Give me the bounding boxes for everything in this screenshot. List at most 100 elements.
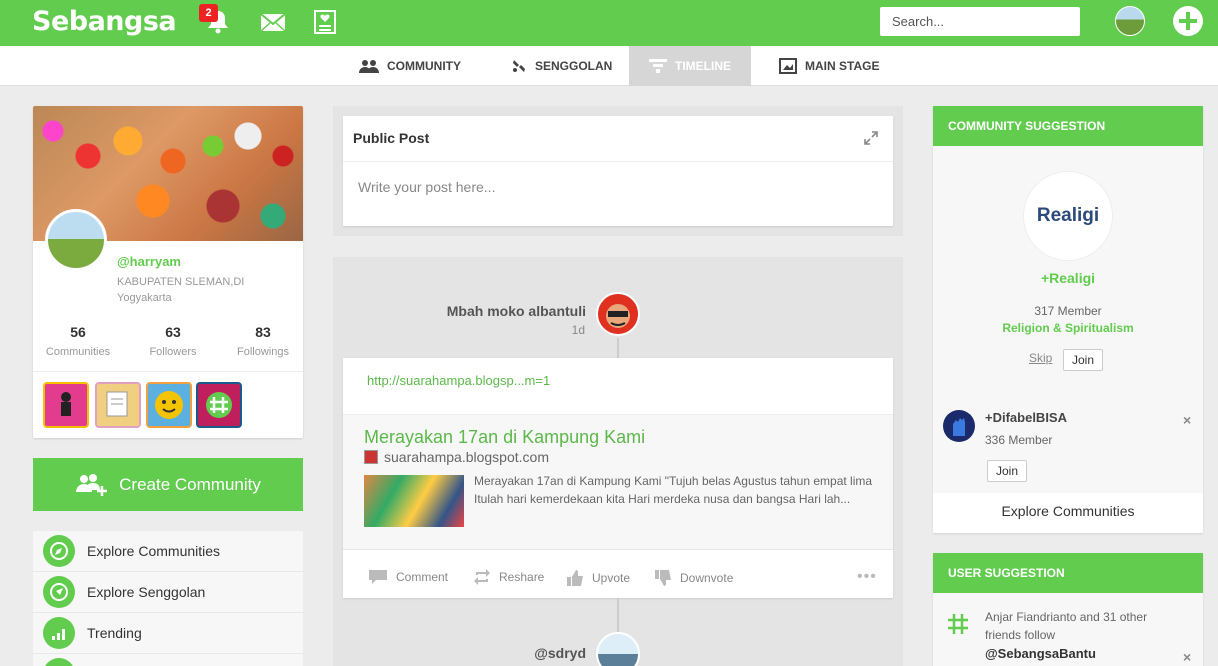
community-logo[interactable]: Realigi [1024,172,1112,260]
suggestion-reason: Anjar Fiandrianto and 31 other friends f… [985,610,1148,642]
community-members: 317 Member [1034,304,1102,318]
profile-avatar[interactable] [45,209,107,271]
menu-trending[interactable]: Trending [33,613,303,654]
feed-author-name[interactable]: Mbah moko albantuli [380,303,586,319]
stat-number: 63 [165,324,181,340]
tab-main-stage[interactable]: MAIN STAGE [779,46,879,86]
comment-button[interactable]: Comment [368,569,448,585]
create-community-label: Create Community [119,474,261,494]
stat-followings[interactable]: 83 Followings [218,324,303,358]
stat-label: Followings [237,346,289,358]
thumbs-down-icon [655,570,671,586]
bookmark-heart-icon[interactable] [313,8,343,36]
community-members: 336 Member [985,433,1053,447]
stat-number: 56 [70,324,86,340]
profile-username[interactable]: @harryam [117,254,181,269]
preview-site-label: suarahampa.blogspot.com [384,449,549,465]
tab-community[interactable]: COMMUNITY [359,46,461,86]
feed-author-name[interactable]: @sdryd [480,645,586,661]
reshare-label: Reshare [499,570,545,584]
post-input[interactable] [344,166,874,208]
skip-link[interactable]: Skip [1029,351,1052,365]
timeline-icon [649,59,667,73]
preview-site: suarahampa.blogspot.com [364,449,549,465]
upvote-button[interactable]: Upvote [566,569,630,587]
preview-thumbnail[interactable] [364,475,464,527]
link-preview[interactable]: Merayakan 17an di Kampung Kami suarahamp… [343,415,893,549]
community-suggestion-card: COMMUNITY SUGGESTION Realigi +Realigi 31… [933,106,1203,533]
search-input[interactable] [880,7,1080,36]
close-icon[interactable]: × [1183,649,1191,665]
side-menu: Explore Communities Explore Senggolan Tr… [33,531,303,666]
app-logo[interactable]: Sebangsa [32,6,177,37]
suggested-user-name[interactable]: @SebangsaBantu [985,646,1096,661]
timeline-connector [617,338,619,358]
bump-icon [513,60,525,72]
users-icon [359,60,379,73]
tab-senggolan[interactable]: SENGGOLAN [511,46,612,86]
community-badge-icon[interactable] [196,382,242,428]
divider [33,371,303,372]
downvote-label: Downvote [680,571,734,585]
community-badge-icon[interactable] [43,382,89,428]
create-community-button[interactable]: Create Community [33,458,303,511]
explore-communities-link[interactable]: Explore Communities [933,503,1203,519]
tab-timeline[interactable]: TIMELINE [629,46,751,86]
community-name[interactable]: +Realigi [933,270,1203,286]
divider [343,549,893,550]
site-favicon-icon [364,450,378,464]
more-options-icon[interactable]: ••• [857,568,877,586]
community-category[interactable]: Religion & Spiritualism [933,321,1203,335]
community-name[interactable]: +DifabelBISA [985,410,1067,425]
feed-author-avatar[interactable] [596,292,640,336]
stat-label: Communities [45,346,111,358]
join-button[interactable]: Join [987,460,1028,482]
tab-label: COMMUNITY [387,59,461,73]
add-group-icon [76,473,108,496]
downvote-button[interactable]: Downvote [654,569,733,587]
feed-timestamp: 1d [571,323,585,337]
community-badge-icon[interactable] [146,382,192,428]
profile-card: @harryam KABUPATEN SLEMAN,DI Yogyakarta … [33,106,303,438]
reshare-icon [474,569,490,585]
compass-icon [43,535,75,567]
stat-label: Followers [149,346,197,358]
menu-label: Explore Senggolan [87,584,206,600]
community-suggestion-header: COMMUNITY SUGGESTION [933,106,1203,146]
community-badge-icon[interactable] [95,382,141,428]
main-tabs: COMMUNITY SENGGOLAN TIMELINE MAIN STAGE [0,46,1218,86]
expand-icon[interactable] [863,130,879,151]
compass-arrow-icon [43,576,75,608]
menu-label: Explore Communities [87,543,221,559]
join-button[interactable]: Join [1063,349,1104,371]
reshare-button[interactable]: Reshare [473,569,544,585]
comment-icon [369,570,387,584]
public-post-box: Public Post [343,116,893,226]
preview-title[interactable]: Merayakan 17an di Kampung Kami [364,427,645,448]
post-link[interactable]: http://suarahampa.blogsp...m=1 [367,373,550,388]
timeline-connector [617,598,619,632]
menu-icon [43,658,75,666]
user-suggestion-card: USER SUGGESTION Anjar Fiandrianto and 31… [933,553,1203,666]
tab-label: TIMELINE [675,59,731,73]
tab-label: SENGGOLAN [535,59,613,73]
profile-location: KABUPATEN SLEMAN,DI Yogyakarta [117,276,245,304]
add-button[interactable] [1173,6,1203,36]
feed-post-card: http://suarahampa.blogsp...m=1 Merayakan… [343,358,893,598]
divider [343,161,893,162]
close-icon[interactable]: × [1183,412,1191,428]
stat-followers[interactable]: 63 Followers [128,324,218,358]
menu-explore-communities[interactable]: Explore Communities [33,531,303,572]
user-avatar[interactable] [1115,6,1145,36]
community-avatar[interactable] [943,410,975,442]
menu-item-partial[interactable] [33,654,303,666]
top-bar: Sebangsa 2 [0,0,1218,46]
public-post-title: Public Post [353,130,430,146]
stage-icon [779,58,797,74]
stat-number: 83 [255,324,271,340]
hashtag-icon [945,611,971,642]
tab-label: MAIN STAGE [805,59,880,73]
menu-explore-senggolan[interactable]: Explore Senggolan [33,572,303,613]
mail-icon[interactable] [259,8,289,36]
stat-communities[interactable]: 56 Communities [33,324,123,358]
